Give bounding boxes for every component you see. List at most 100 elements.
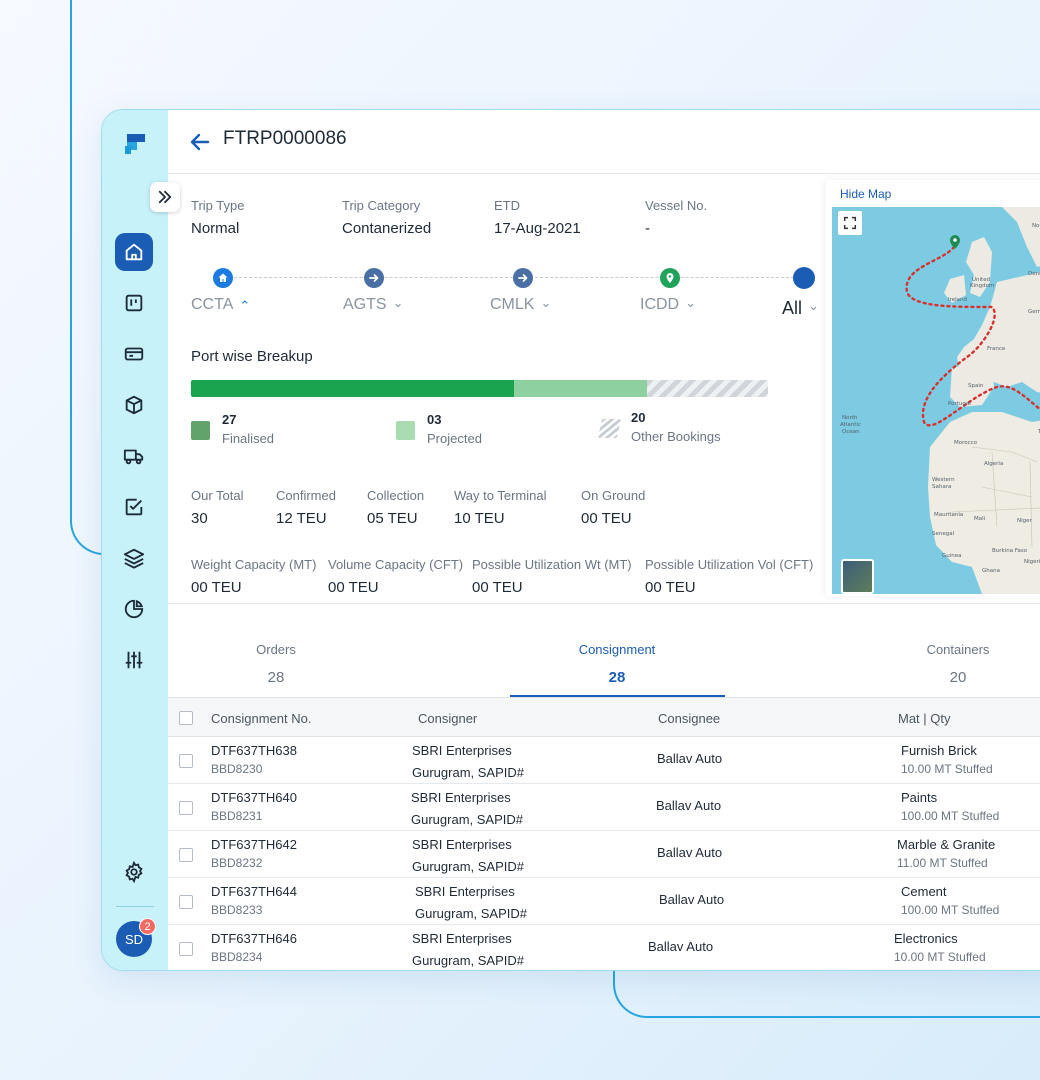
consignee-name: Ballav Auto (657, 751, 723, 766)
route-map[interactable]: Norway United Kingdom Denmark Ireland Ge… (832, 207, 1040, 594)
svg-text:Sahara: Sahara (932, 484, 951, 490)
checklist-icon (125, 498, 143, 516)
app-window: SD 2 FTRP0000086 Trip Type Normal Trip C… (101, 109, 1040, 971)
etd-label: ETD (494, 198, 520, 213)
sidebar-item-tasks[interactable] (115, 488, 153, 526)
stop-ccta[interactable]: CCTA ⌃ (191, 296, 250, 314)
sliders-icon (125, 651, 143, 669)
map-graphic: Norway United Kingdom Denmark Ireland Ge… (832, 207, 1040, 594)
hide-map-link[interactable]: Hide Map (840, 187, 891, 201)
material: Furnish Brick (901, 743, 977, 758)
table-row[interactable]: DTF637TH640 BBD8231 SBRI Enterprises Gur… (168, 784, 1040, 831)
port-breakup-title: Port wise Breakup (191, 348, 313, 365)
consigner-name: SBRI Enterprises (412, 743, 512, 758)
board-icon (125, 294, 143, 312)
stop-all-dot[interactable] (793, 267, 815, 289)
consignee-name: Ballav Auto (656, 798, 722, 813)
sidebar-item-reports[interactable] (115, 590, 153, 628)
svg-text:Niger: Niger (1017, 518, 1033, 524)
stop-cmlk-dot[interactable] (513, 268, 533, 288)
chevron-down-icon: ⌄ (540, 295, 552, 310)
consignee-name: Ballav Auto (648, 939, 714, 954)
svg-text:Morocco: Morocco (954, 440, 978, 446)
card-icon (124, 347, 144, 361)
fullscreen-map-button[interactable] (838, 211, 862, 235)
stat-value: 12 TEU (276, 510, 327, 527)
row-checkbox[interactable] (179, 801, 193, 815)
stop-cmlk-label: CMLK (490, 296, 535, 313)
finalised-segment (191, 380, 515, 397)
stat-label: Collection (367, 488, 425, 503)
row-checkbox[interactable] (179, 848, 193, 862)
satellite-view-toggle[interactable] (841, 559, 874, 594)
consigner-location: Gurugram, SAPID# (412, 765, 524, 780)
tab-containers[interactable]: Containers 20 (918, 642, 998, 686)
consignment-ref: BBD8233 (211, 903, 263, 917)
consignment-ref: BBD8231 (211, 809, 263, 823)
row-checkbox[interactable] (179, 895, 193, 909)
stat-volume-capacity: Volume Capacity (CFT) 00 TEU (328, 557, 463, 596)
stat-possible-utilization-vol: Possible Utilization Vol (CFT) 00 TEU (645, 557, 813, 596)
table-row[interactable]: DTF637TH644 BBD8233 SBRI Enterprises Gur… (168, 878, 1040, 925)
stop-agts-dot[interactable] (364, 268, 384, 288)
finalised-label: Finalised (222, 431, 275, 446)
stat-label: Confirmed (276, 488, 336, 503)
expand-sidebar-button[interactable] (150, 182, 180, 212)
stop-icdd-dot[interactable] (660, 268, 680, 288)
back-arrow-icon[interactable] (188, 130, 212, 154)
truck-icon (123, 449, 144, 465)
location-pin-icon (666, 273, 674, 283)
column-consignment-no[interactable]: Consignment No. (211, 711, 311, 726)
column-consignee[interactable]: Consignee (658, 711, 720, 726)
stop-icdd[interactable]: ICDD ⌄ (640, 295, 696, 314)
projected-swatch (396, 421, 415, 440)
tab-consignment-label: Consignment (578, 642, 656, 657)
stop-ccta-dot[interactable] (213, 268, 233, 288)
consignee-name: Ballav Auto (657, 845, 723, 860)
trip-type-label: Trip Type (191, 198, 245, 213)
trip-category-label: Trip Category (342, 198, 421, 213)
svg-text:North: North (842, 415, 858, 421)
row-checkbox[interactable] (179, 754, 193, 768)
tab-orders[interactable]: Orders 28 (256, 642, 296, 686)
stop-cmlk[interactable]: CMLK ⌄ (490, 295, 552, 314)
arrow-right-icon (369, 274, 379, 282)
sidebar-item-layers[interactable] (115, 539, 153, 577)
stop-all[interactable]: All ⌄ (782, 298, 819, 319)
table-row[interactable]: DTF637TH646 BBD8234 SBRI Enterprises Gur… (168, 925, 1040, 970)
sidebar-item-filters[interactable] (115, 641, 153, 679)
svg-text:Spain: Spain (968, 383, 984, 389)
table-row[interactable]: DTF637TH638 BBD8230 SBRI Enterprises Gur… (168, 737, 1040, 784)
sidebar-item-board[interactable] (115, 284, 153, 322)
stat-label: Way to Terminal (454, 488, 547, 503)
sidebar-item-payments[interactable] (115, 335, 153, 373)
stat-way-to-terminal: Way to Terminal 10 TEU (454, 488, 546, 527)
sidebar-item-transport[interactable] (115, 437, 153, 475)
row-checkbox[interactable] (179, 942, 193, 956)
material: Paints (901, 790, 938, 805)
home-icon (125, 243, 143, 261)
sidebar: SD 2 (102, 110, 168, 970)
sidebar-item-home[interactable] (115, 233, 153, 271)
svg-text:France: France (987, 346, 1006, 352)
table-header: Consignment No. Consigner Consignee Mat … (168, 697, 1040, 737)
svg-text:Mauritania: Mauritania (934, 512, 963, 518)
page-header: FTRP0000086 (168, 110, 1040, 174)
column-consigner[interactable]: Consigner (418, 711, 477, 726)
stat-value: 05 TEU (367, 510, 418, 527)
consignment-no: DTF637TH644 (211, 884, 297, 899)
section-divider (168, 603, 1040, 604)
sidebar-item-settings[interactable] (115, 853, 153, 891)
tab-consignment[interactable]: Consignment 28 (567, 642, 667, 686)
column-mat-qty[interactable]: Mat | Qty (898, 711, 951, 726)
stop-agts[interactable]: AGTS ⌄ (343, 295, 403, 314)
consigner-name: SBRI Enterprises (412, 837, 512, 852)
other-bookings-label: Other Bookings (631, 429, 721, 444)
table-row[interactable]: DTF637TH642 BBD8232 SBRI Enterprises Gur… (168, 831, 1040, 878)
consigner-location: Gurugram, SAPID# (412, 859, 524, 874)
select-all-checkbox[interactable] (179, 711, 193, 725)
sidebar-item-packages[interactable] (115, 386, 153, 424)
stat-value: 00 TEU (328, 579, 379, 596)
stat-value: 00 TEU (645, 579, 696, 596)
consigner-name: SBRI Enterprises (415, 884, 515, 899)
